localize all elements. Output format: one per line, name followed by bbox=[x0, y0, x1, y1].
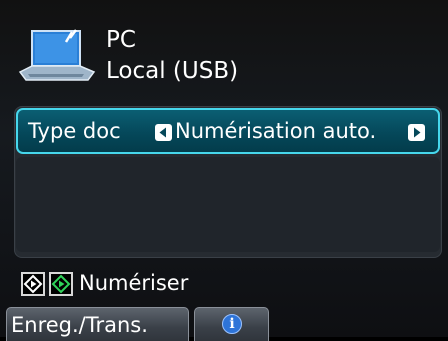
scan-label: Numériser bbox=[79, 271, 189, 295]
settings-empty-area bbox=[16, 157, 440, 252]
black-start-icon[interactable] bbox=[21, 272, 45, 296]
setting-value: Numérisation auto. bbox=[175, 119, 377, 143]
info-icon: i bbox=[222, 314, 242, 334]
laptop-icon bbox=[18, 29, 96, 81]
save-transfer-label: Enreg./Trans. bbox=[11, 313, 148, 337]
save-transfer-button[interactable]: Enreg./Trans. bbox=[6, 307, 189, 341]
destination-connection: Local (USB) bbox=[106, 58, 239, 84]
destination-label: PC bbox=[106, 27, 136, 53]
lcd-screen: PC Local (USB) Type doc Numérisation aut… bbox=[0, 0, 448, 341]
info-button[interactable]: i bbox=[194, 307, 269, 341]
destination-header: PC Local (USB) bbox=[0, 0, 448, 95]
arrow-left-icon[interactable] bbox=[155, 124, 172, 141]
arrow-right-icon[interactable] bbox=[408, 124, 425, 141]
setting-label: Type doc bbox=[28, 119, 121, 143]
setting-row-document-type[interactable]: Type doc Numérisation auto. bbox=[16, 108, 440, 154]
color-start-icon[interactable] bbox=[49, 272, 73, 296]
